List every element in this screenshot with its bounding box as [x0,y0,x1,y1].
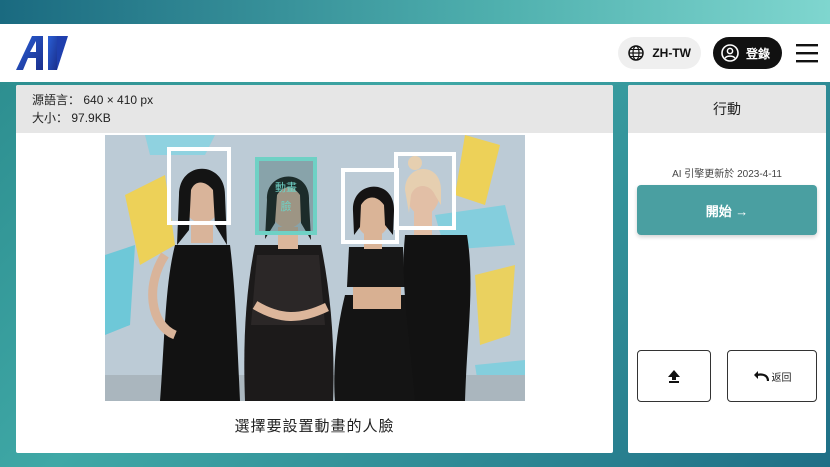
back-button[interactable]: 返回 [727,350,817,402]
size-value: 97.9KB [71,111,111,125]
start-button[interactable]: 開始 → [637,185,817,235]
globe-icon [628,45,645,61]
selected-face-label-line2: 臉 [281,199,292,213]
size-label: 大小： [32,111,69,125]
app-header: ZH-TW 登錄 [0,24,830,82]
undo-icon [753,371,769,382]
upload-icon [668,370,680,383]
login-button[interactable]: 登錄 [712,37,782,69]
image-info-bar: 源語言： 640 × 410 px 大小： 97.9KB [16,85,613,133]
source-value: 640 × 410 px [83,93,154,107]
source-resolution-row: 源語言： 640 × 410 px [32,91,613,109]
login-label: 登錄 [745,46,770,61]
selected-face-label-line1: 動畫 [275,180,297,194]
source-label: 源語言： [32,93,81,107]
upload-button[interactable] [637,350,711,402]
language-label: ZH-TW [652,46,691,60]
language-selector[interactable]: ZH-TW [618,37,701,69]
hamburger-icon[interactable] [796,43,818,63]
back-label: 返回 [771,372,792,384]
face-box-2-selected[interactable] [255,157,317,235]
group-photo-illustration: 動畫 臉 [105,135,525,401]
uploaded-photo: 動畫 臉 [105,135,525,401]
select-face-caption: 選擇要設置動畫的人臉 [234,418,395,435]
ai-logo[interactable] [16,36,70,70]
action-panel-title: 行動 [628,85,826,133]
user-icon [721,44,739,62]
image-panel: 源語言： 640 × 410 px 大小： 97.9KB 動畫 臉 選擇要設置動… [16,85,613,453]
file-size-row: 大小： 97.9KB [32,109,613,127]
action-panel: 行動 AI 引擎更新於 2023-4-11 開始 → 返回 [628,85,826,453]
engine-update-note: AI 引擎更新於 2023-4-11 [672,169,782,180]
top-gradient-strip [0,0,830,24]
